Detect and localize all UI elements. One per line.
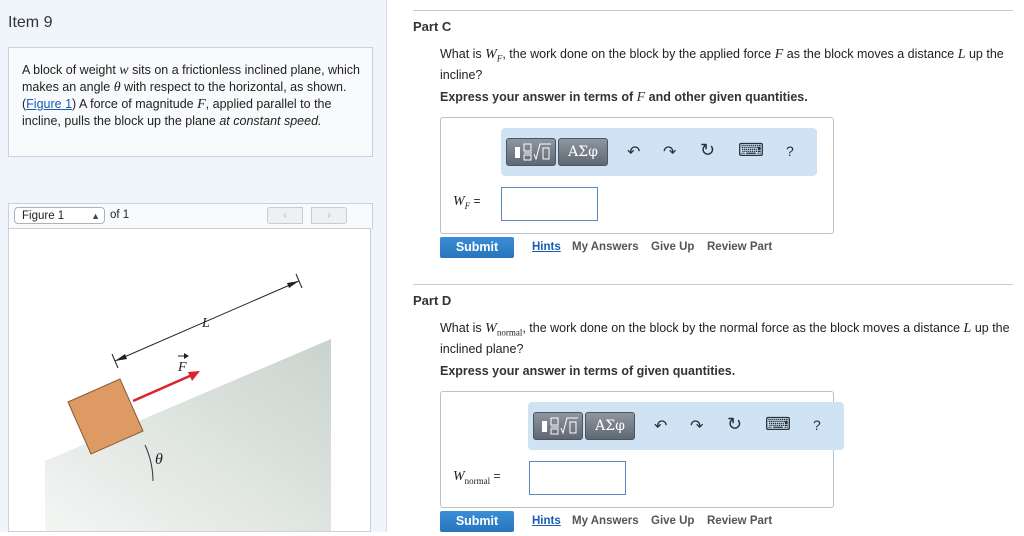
chevron-left-icon: ‹ (283, 210, 287, 221)
part-d-give-up-link[interactable]: Give Up (651, 515, 694, 527)
figure-image: θ L F (8, 228, 371, 532)
part-c-instructions: Express your answer in terms of F and ot… (440, 90, 808, 105)
figure-link[interactable]: Figure 1 (26, 97, 72, 111)
divider (413, 10, 1013, 11)
incline-diagram: θ L F (45, 273, 331, 531)
divider (413, 284, 1013, 285)
part-c-answer-box: ΑΣφ ↶ ↷ ↻ ⌨ ? WF = (440, 117, 834, 234)
undo-icon[interactable]: ↶ (627, 142, 640, 162)
reset-icon[interactable]: ↻ (700, 140, 715, 161)
force-symbol: F (197, 97, 206, 112)
chevron-right-icon: › (327, 210, 331, 221)
problem-text: A block of weight w sits on a frictionle… (22, 63, 360, 128)
next-figure-button[interactable]: › (311, 207, 347, 224)
greek-symbols-button[interactable]: ΑΣφ (558, 138, 608, 166)
part-c-review-link[interactable]: Review Part (707, 241, 772, 253)
F-label: F (177, 360, 187, 375)
undo-icon[interactable]: ↶ (654, 416, 667, 436)
templates-button[interactable] (533, 412, 583, 440)
templates-icon (515, 143, 551, 161)
part-d-eq-label: Wnormal = (453, 469, 501, 486)
part-c-answer-input[interactable] (501, 187, 598, 221)
force-arrowhead (188, 371, 200, 381)
reset-icon[interactable]: ↻ (727, 414, 742, 435)
problem-statement: A block of weight w sits on a frictionle… (8, 47, 373, 157)
help-icon[interactable]: ? (786, 143, 794, 159)
right-panel: Part C What is WF, the work done on the … (386, 0, 1024, 532)
part-d-my-answers-link[interactable]: My Answers (572, 515, 639, 527)
part-c-eq-label: WF = (453, 194, 481, 211)
keyboard-icon[interactable]: ⌨ (765, 414, 791, 435)
part-d-hints-link[interactable]: Hints (532, 515, 561, 527)
theta-symbol: θ (113, 80, 121, 95)
figure-nav-bar: Figure 1 ▲▼ of 1 ‹ › (8, 203, 373, 238)
theta-label: θ (155, 451, 163, 468)
part-d-question: What is Wnormal, the work done on the bl… (440, 321, 1010, 356)
item-title: Item 9 (8, 14, 53, 31)
part-d-submit-button[interactable]: Submit (440, 511, 514, 532)
greek-symbols-button[interactable]: ΑΣφ (585, 412, 635, 440)
part-d-answer-input[interactable] (529, 461, 626, 495)
help-icon[interactable]: ? (813, 417, 821, 433)
part-d-review-link[interactable]: Review Part (707, 515, 772, 527)
prev-figure-button[interactable]: ‹ (267, 207, 303, 224)
part-c-math-toolbar: ΑΣφ ↶ ↷ ↻ ⌨ ? (501, 128, 817, 176)
part-d-instructions: Express your answer in terms of given qu… (440, 364, 736, 378)
part-c-submit-button[interactable]: Submit (440, 237, 514, 258)
templates-icon (542, 417, 578, 435)
left-panel: Item 9 A block of weight w sits on a fri… (0, 0, 387, 532)
weight-symbol: w (119, 63, 129, 78)
part-c-title: Part C (413, 19, 452, 34)
part-d-math-toolbar: ΑΣφ ↶ ↷ ↻ ⌨ ? (528, 402, 844, 450)
figure-select[interactable]: Figure 1 ▲▼ (14, 207, 105, 238)
redo-icon[interactable]: ↷ (663, 142, 676, 162)
part-c-hints-link[interactable]: Hints (532, 241, 561, 253)
figure-count: of 1 (110, 209, 130, 221)
L-label: L (201, 316, 210, 331)
keyboard-icon[interactable]: ⌨ (738, 140, 764, 161)
force-arrow (132, 373, 193, 403)
part-d-answer-box: ΑΣφ ↶ ↷ ↻ ⌨ ? Wnormal = (440, 391, 844, 508)
part-d-title: Part D (413, 293, 452, 308)
part-c-give-up-link[interactable]: Give Up (651, 241, 694, 253)
templates-button[interactable] (506, 138, 556, 166)
part-c-my-answers-link[interactable]: My Answers (572, 241, 639, 253)
redo-icon[interactable]: ↷ (690, 416, 703, 436)
part-c-question: What is WF, the work done on the block b… (440, 47, 1004, 82)
